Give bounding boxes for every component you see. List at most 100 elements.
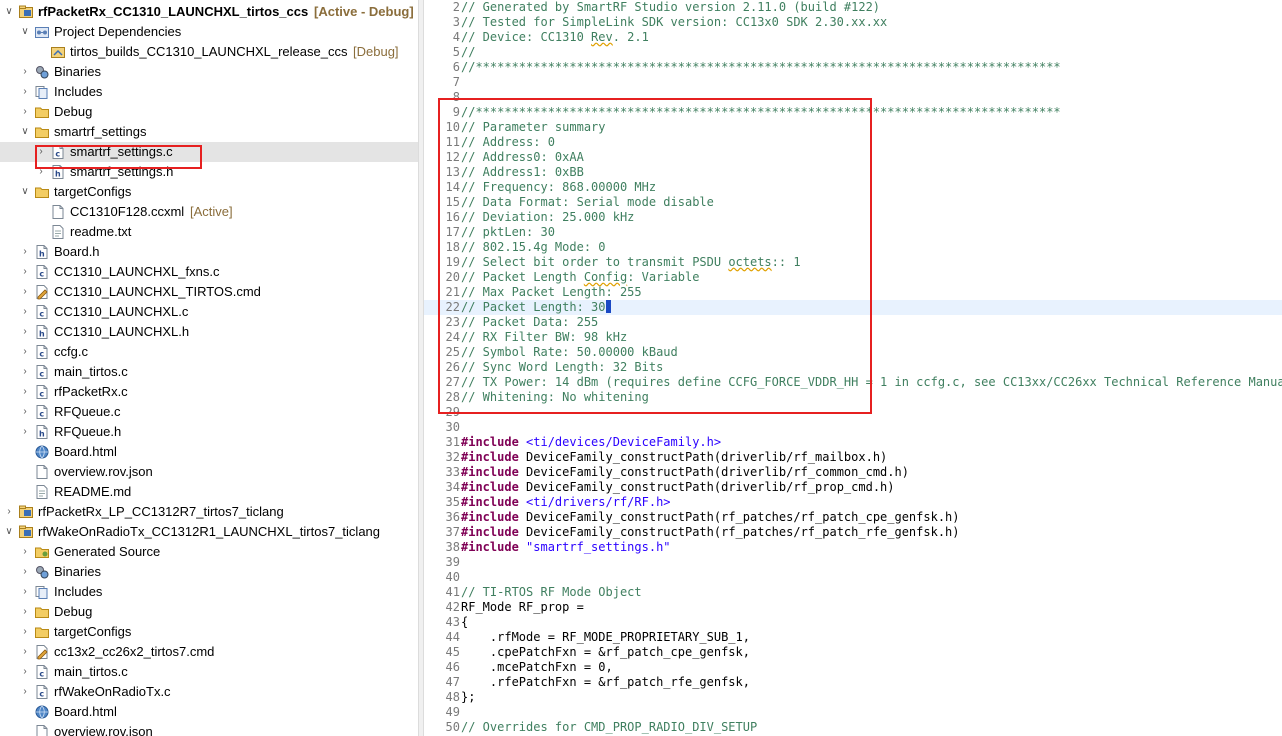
collapse-arrow-icon[interactable]: › xyxy=(20,85,30,99)
tree-item[interactable]: Board.html xyxy=(0,702,418,722)
tree-item[interactable]: overview.rov.json xyxy=(0,462,418,482)
tree-item[interactable]: README.md xyxy=(0,482,418,502)
tree-item[interactable]: ∨ Project Dependencies xyxy=(0,22,418,42)
tree-item[interactable]: ∨ smartrf_settings xyxy=(0,122,418,142)
code-line[interactable]: 34 #include DeviceFamily_constructPath(dr… xyxy=(424,480,1282,495)
code-line[interactable]: 42 RF_Mode RF_prop = xyxy=(424,600,1282,615)
collapse-arrow-icon[interactable]: › xyxy=(20,325,30,339)
code-line[interactable]: 40 xyxy=(424,570,1282,585)
collapse-arrow-icon[interactable]: › xyxy=(20,545,30,559)
tree-item[interactable]: › c rfWakeOnRadioTx.c xyxy=(0,682,418,702)
tree-item[interactable]: › c RFQueue.c xyxy=(0,402,418,422)
tree-item[interactable]: › Debug xyxy=(0,102,418,122)
code-text: #include "smartrf_settings.h" xyxy=(461,540,671,555)
collapse-arrow-icon[interactable]: › xyxy=(20,345,30,359)
collapse-arrow-icon[interactable]: › xyxy=(4,505,14,519)
expand-arrow-icon[interactable]: ∨ xyxy=(20,25,30,39)
line-number: 48 xyxy=(445,690,460,704)
tree-item[interactable]: › cc13x2_cc26x2_tirtos7.cmd xyxy=(0,642,418,662)
tree-item[interactable]: › Includes xyxy=(0,582,418,602)
tree-item[interactable]: CC1310F128.ccxml [Active] xyxy=(0,202,418,222)
code-line[interactable]: 31 #include <ti/devices/DeviceFamily.h> xyxy=(424,435,1282,450)
collapse-arrow-icon[interactable]: › xyxy=(20,565,30,579)
tree-item[interactable]: readme.txt xyxy=(0,222,418,242)
collapse-arrow-icon[interactable]: › xyxy=(20,405,30,419)
collapse-arrow-icon[interactable]: › xyxy=(20,585,30,599)
collapse-arrow-icon[interactable]: › xyxy=(20,305,30,319)
code-line[interactable]: 41// TI-RTOS RF Mode Object xyxy=(424,585,1282,600)
code-line[interactable]: 30 xyxy=(424,420,1282,435)
tree-item[interactable]: › Includes xyxy=(0,82,418,102)
code-line[interactable]: 47 .rfePatchFxn = &rf_patch_rfe_genfsk, xyxy=(424,675,1282,690)
code-line[interactable]: 35 #include <ti/drivers/rf/RF.h> xyxy=(424,495,1282,510)
tree-item[interactable]: › Generated Source xyxy=(0,542,418,562)
tree-item[interactable]: › Binaries xyxy=(0,562,418,582)
collapse-arrow-icon[interactable]: › xyxy=(20,245,30,259)
tree-item[interactable]: Board.html xyxy=(0,442,418,462)
collapse-arrow-icon[interactable]: › xyxy=(20,665,30,679)
tree-item[interactable]: › c ccfg.c xyxy=(0,342,418,362)
collapse-arrow-icon[interactable]: › xyxy=(20,65,30,79)
code-line[interactable]: 3// Tested for SimpleLink SDK version: C… xyxy=(424,15,1282,30)
collapse-arrow-icon[interactable]: › xyxy=(20,105,30,119)
tree-item[interactable]: › targetConfigs xyxy=(0,622,418,642)
code-line[interactable]: 50// Overrides for CMD_PROP_RADIO_DIV_SE… xyxy=(424,720,1282,735)
tree-item[interactable]: › c rfPacketRx.c xyxy=(0,382,418,402)
collapse-arrow-icon[interactable]: › xyxy=(20,385,30,399)
tree-item[interactable]: › c main_tirtos.c xyxy=(0,662,418,682)
collapse-arrow-icon[interactable]: › xyxy=(20,685,30,699)
tree-item[interactable]: › h CC1310_LAUNCHXL.h xyxy=(0,322,418,342)
tree-item[interactable]: ∨ rfWakeOnRadioTx_CC1312R1_LAUNCHXL_tirto… xyxy=(0,522,418,542)
code-text: // TI-RTOS RF Mode Object xyxy=(461,585,642,600)
expand-arrow-icon[interactable]: ∨ xyxy=(4,5,14,19)
code-line[interactable]: 4// Device: CC1310 Rev. 2.1 xyxy=(424,30,1282,45)
tree-item[interactable]: ∨ targetConfigs xyxy=(0,182,418,202)
code-text: #include DeviceFamily_constructPath(rf_p… xyxy=(461,510,960,525)
tree-item[interactable]: › Debug xyxy=(0,602,418,622)
code-line[interactable]: 49 xyxy=(424,705,1282,720)
string-literal: <ti/devices/DeviceFamily.h> xyxy=(526,435,722,449)
code-line[interactable]: 33 #include DeviceFamily_constructPath(dr… xyxy=(424,465,1282,480)
tree-item[interactable]: › c main_tirtos.c xyxy=(0,362,418,382)
code-line[interactable]: 7 xyxy=(424,75,1282,90)
tree-item[interactable]: overview.rov.json xyxy=(0,722,418,736)
tree-item[interactable]: tirtos_builds_CC1310_LAUNCHXL_release_cc… xyxy=(0,42,418,62)
code-line[interactable]: 43{ xyxy=(424,615,1282,630)
collapse-arrow-icon[interactable]: › xyxy=(20,425,30,439)
code-text: { xyxy=(461,615,468,630)
collapse-arrow-icon[interactable]: › xyxy=(20,625,30,639)
expand-arrow-icon[interactable]: ∨ xyxy=(20,185,30,199)
tree-item[interactable]: › c CC1310_LAUNCHXL_fxns.c xyxy=(0,262,418,282)
tree-item[interactable]: › CC1310_LAUNCHXL_TIRTOS.cmd xyxy=(0,282,418,302)
code-line[interactable]: 2// Generated by SmartRF Studio version … xyxy=(424,0,1282,15)
tree-item[interactable]: › rfPacketRx_LP_CC1312R7_tirtos7_ticlang xyxy=(0,502,418,522)
code-line[interactable]: 6//*************************************… xyxy=(424,60,1282,75)
collapse-arrow-icon[interactable]: › xyxy=(20,265,30,279)
tree-item-label: Binaries xyxy=(54,564,101,579)
collapse-arrow-icon[interactable]: › xyxy=(20,645,30,659)
code-line[interactable]: 44 .rfMode = RF_MODE_PROPRIETARY_SUB_1, xyxy=(424,630,1282,645)
code-line[interactable]: 45 .cpePatchFxn = &rf_patch_cpe_genfsk, xyxy=(424,645,1282,660)
tree-item[interactable]: ∨ rfPacketRx_CC1310_LAUNCHXL_tirtos_ccs [… xyxy=(0,2,418,22)
code-line[interactable]: 46 .mcePatchFxn = 0, xyxy=(424,660,1282,675)
tree-item[interactable]: › Binaries xyxy=(0,62,418,82)
code-text: // Overrides for CMD_PROP_RADIO_DIV_SETU… xyxy=(461,720,757,735)
code-line[interactable]: 39 xyxy=(424,555,1282,570)
tree-item[interactable]: › h Board.h xyxy=(0,242,418,262)
code-line[interactable]: 36 #include DeviceFamily_constructPath(rf… xyxy=(424,510,1282,525)
collapse-arrow-icon[interactable]: › xyxy=(20,285,30,299)
tree-item[interactable]: › c CC1310_LAUNCHXL.c xyxy=(0,302,418,322)
tree-item[interactable]: › h RFQueue.h xyxy=(0,422,418,442)
tree-item-label: main_tirtos.c xyxy=(54,664,128,679)
expand-arrow-icon[interactable]: ∨ xyxy=(4,525,14,539)
code-line[interactable]: 32 #include DeviceFamily_constructPath(dr… xyxy=(424,450,1282,465)
collapse-arrow-icon[interactable]: › xyxy=(20,605,30,619)
code-line[interactable]: 48}; xyxy=(424,690,1282,705)
code-line[interactable]: 5// xyxy=(424,45,1282,60)
expand-arrow-icon[interactable]: ∨ xyxy=(20,125,30,139)
code-line[interactable]: 37 #include DeviceFamily_constructPath(rf… xyxy=(424,525,1282,540)
code-text: // Device: CC1310 Rev. 2.1 xyxy=(461,30,649,45)
includes-icon xyxy=(34,584,50,600)
code-line[interactable]: 38 #include "smartrf_settings.h" xyxy=(424,540,1282,555)
collapse-arrow-icon[interactable]: › xyxy=(20,365,30,379)
